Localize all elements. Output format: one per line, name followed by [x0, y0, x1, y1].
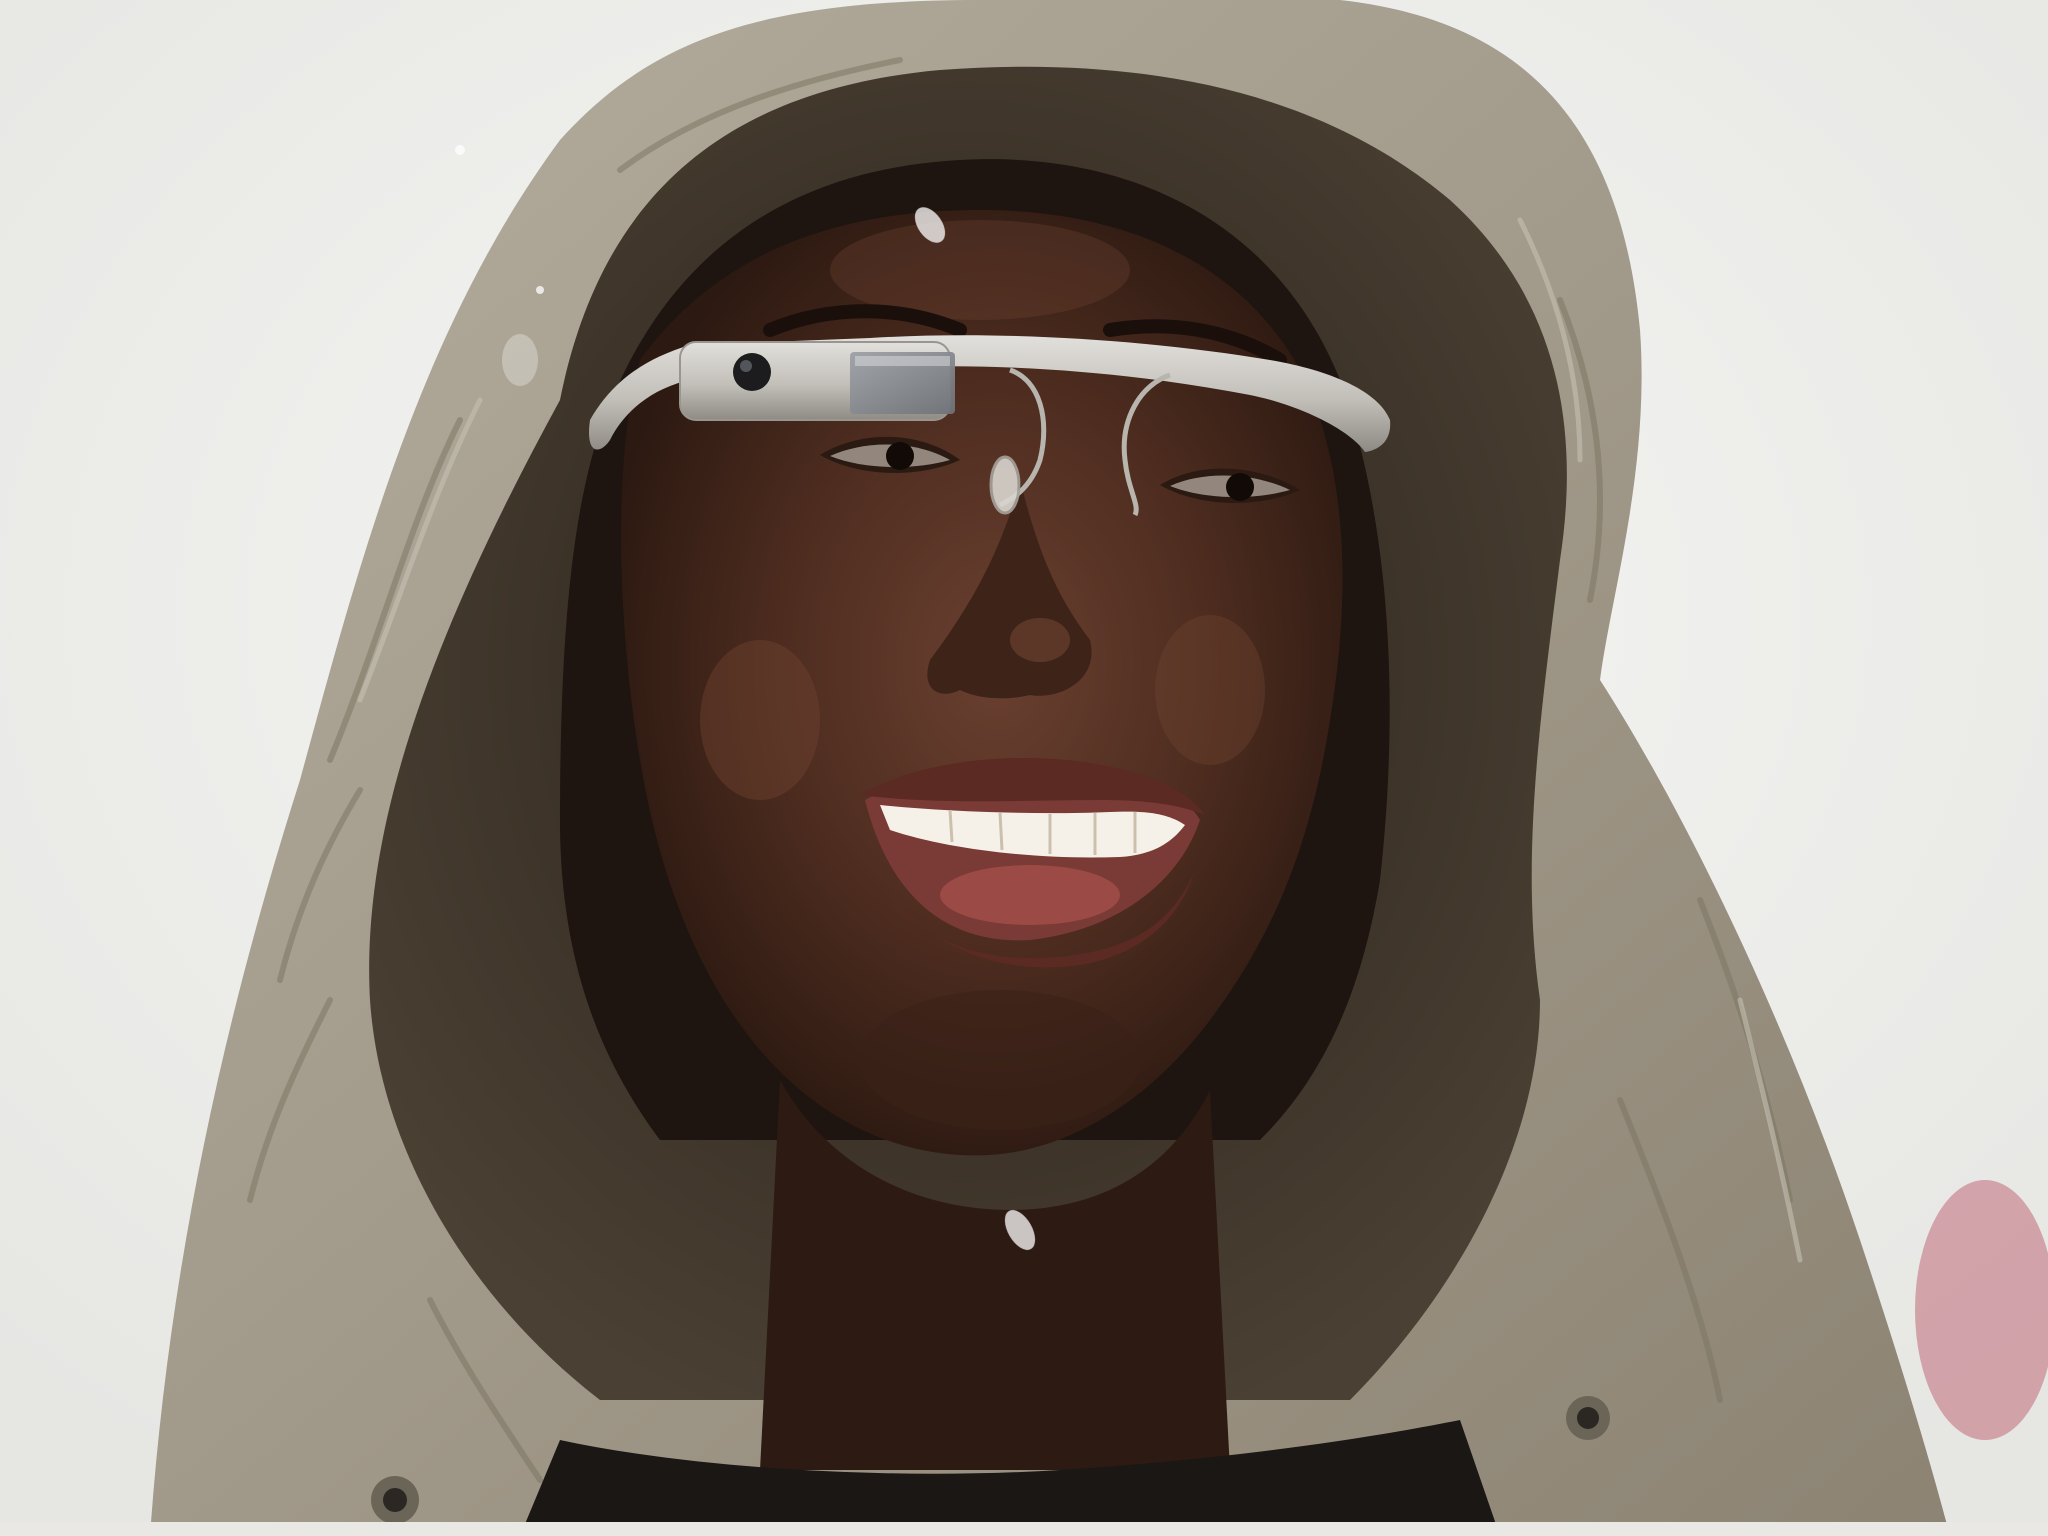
cheek-highlight-left: [700, 640, 820, 800]
tongue: [940, 865, 1120, 925]
photo-bottom-border: [0, 1522, 2048, 1536]
chin: [860, 990, 1140, 1130]
cheek-highlight-right: [1155, 615, 1265, 765]
nose-highlight: [1010, 618, 1070, 662]
photo-scene: [0, 0, 2048, 1536]
camera-lens-icon: [733, 353, 771, 391]
photo-illustration: [0, 0, 2048, 1536]
